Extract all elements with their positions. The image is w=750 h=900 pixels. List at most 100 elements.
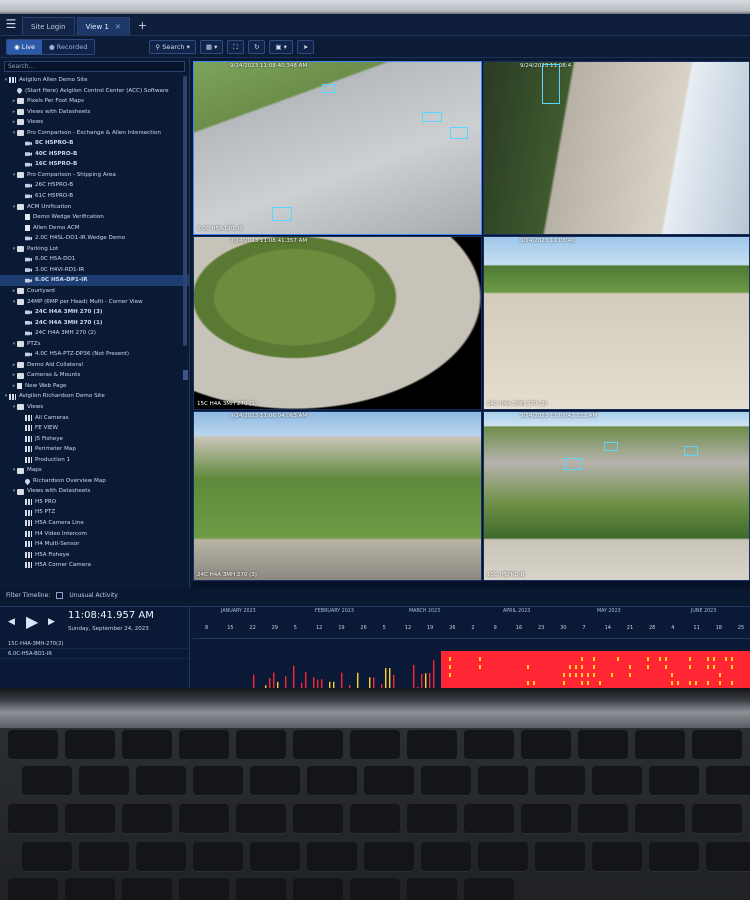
tree-item[interactable]: H5 PTZ (0, 507, 189, 518)
camera-tile[interactable]: 9/24/2023 11:08:40. 24C H4A 3MH 270 (2) (483, 236, 750, 410)
tree-item[interactable]: (Start Here) Avigilon Control Center (AC… (0, 86, 189, 97)
tree-item[interactable]: ▾ Avigilon Allen Demo Site (0, 75, 189, 86)
fullscreen-button[interactable]: ⛶ (227, 39, 244, 54)
camera-tile[interactable]: 9/24/2023 11:06:04.063 AM 24C H4A 3MH 270… (193, 411, 482, 581)
step-forward-icon[interactable]: ▶ (48, 617, 55, 627)
tree-item[interactable]: ▾ Maps (0, 465, 189, 476)
tree-item[interactable]: ▾ Parking Lot (0, 244, 189, 255)
tree-item-label: H5A Camera Line (35, 519, 84, 526)
save-view-button[interactable]: ▣ ▾ (269, 39, 293, 54)
add-tab-icon[interactable]: + (132, 17, 153, 35)
tree-item[interactable]: H5A Corner Camera (0, 560, 189, 571)
tree-item[interactable]: 24C H4A 3MH 270 (1) (0, 318, 189, 329)
tree-item[interactable]: 2.0C H4SL-DO1-IR Wedge Demo (0, 233, 189, 244)
tree-item[interactable]: 4.0C H5A-PTZ-DP36 (Not Present) (0, 349, 189, 360)
event-mark (479, 657, 481, 661)
tree-item[interactable]: J5 Fisheye (0, 434, 189, 445)
timeline-activity-track[interactable] (193, 651, 750, 690)
tree-item[interactable]: ▸ Views with Datasheets (0, 107, 189, 118)
tree-item[interactable]: 24C H4A 3MH 270 (2) (0, 328, 189, 339)
sidebar-scrollbar[interactable] (183, 76, 187, 346)
tree-item[interactable]: H5 PRO (0, 497, 189, 508)
hamburger-menu-icon[interactable]: ☰ (0, 14, 22, 35)
camera-tile[interactable]: 9/24/2023 11:08:4 (483, 61, 750, 235)
tree-item-label: Courtyard (27, 287, 55, 294)
video-grid: 9/24/2023 11:08:40.348 AM 6.0C H5A-DP1-IR… (193, 61, 750, 591)
tree-item[interactable]: Production 1 (0, 455, 189, 466)
tree-item[interactable]: ▾ Pro Comparison - Exchange & Allen Inter… (0, 128, 189, 139)
tree-item[interactable]: 61C H5PRO-B (0, 191, 189, 202)
unusual-activity-checkbox[interactable] (56, 591, 64, 599)
tree-item-label: H4 Video Intercom (35, 530, 87, 537)
camera-tile[interactable]: 9/24/2023 11:08:41.357 AM 15C H4A 3MH 270… (193, 236, 482, 410)
camera-tile[interactable]: 9/24/2023 11:08:40.348 AM 6.0C H5A-DP1-IR (193, 61, 482, 235)
tree-item[interactable]: ▸ Demo Aid Collateral (0, 360, 189, 371)
tree-item-label: (Start Here) Avigilon Control Center (AC… (25, 87, 169, 94)
share-button[interactable]: ➤ (296, 39, 315, 54)
tree-item[interactable]: 3.0C H4VI-RD1-IR (0, 265, 189, 276)
event-mark (713, 665, 715, 669)
tree-item[interactable]: FE VIEW (0, 423, 189, 434)
layout-icon: ▦ (205, 42, 213, 51)
grid-icon (25, 520, 32, 527)
tree-item[interactable]: H4 Video Intercom (0, 529, 189, 540)
tile-camera-label: 15C H5PRO-B (487, 572, 525, 578)
tree-item-label: Parking Lot (27, 245, 59, 252)
tree-item[interactable]: ▸ New Web Page (0, 381, 189, 392)
tab-view-1[interactable]: View 1 ✕ (76, 17, 130, 35)
timeline-day-axis[interactable]: 8 15 22 29 5 12 19 26 5 12 19 26 2 9 16 23 30 7 14 21 28 4 11 1… (193, 617, 750, 639)
tree-item[interactable]: 6.0C H5A-DP1-IR (0, 275, 189, 286)
tree-item[interactable]: ▸ Courtyard (0, 286, 189, 297)
event-mark (689, 665, 691, 669)
step-back-icon[interactable]: ◀ (8, 617, 15, 627)
keyboard-key (307, 766, 357, 796)
folder-icon (17, 108, 24, 115)
motion-activity-band (441, 651, 750, 690)
keyboard-key (578, 804, 628, 834)
tree-item[interactable]: 24C H4A 3MH 270 (3) (0, 307, 189, 318)
play-icon[interactable]: ▶ (26, 612, 38, 631)
search-button[interactable]: ⚲ Search ▾ (149, 39, 196, 54)
tree-item[interactable]: ▾ Views (0, 402, 189, 413)
live-button[interactable]: ◉ Live (7, 39, 43, 54)
sidebar-resize-handle[interactable] (183, 370, 188, 380)
tree-item[interactable]: Allen Demo ACM (0, 223, 189, 234)
tree-item[interactable]: ▾ Avigilon Richardson Demo Site (0, 391, 189, 402)
tree-item[interactable]: ▾ ACM Unification (0, 202, 189, 213)
event-mark (479, 665, 481, 669)
tree-item[interactable]: 16C H5PRO-B (0, 159, 189, 170)
keyboard-key (179, 730, 229, 760)
close-tab-icon[interactable]: ✕ (115, 23, 121, 31)
detection-box (564, 458, 582, 470)
refresh-button[interactable]: ↻ (247, 39, 266, 54)
keyboard-key (350, 804, 400, 834)
tree-item[interactable]: ▸ Pixels Per Foot Maps (0, 96, 189, 107)
tree-search-input[interactable]: Search... (4, 61, 185, 72)
detection-box (604, 442, 618, 451)
tree-item[interactable]: H5A Camera Line (0, 518, 189, 529)
layout-button[interactable]: ▦ ▾ (199, 39, 224, 54)
record-icon: ● (49, 42, 55, 51)
camera-tile[interactable]: 9/24/2023 11:08:42.323 AM 15C H5PRO-B (483, 411, 750, 581)
tree-item[interactable]: 6.0C H5A-DO1 (0, 254, 189, 265)
tree-item[interactable]: ▾ Views with Datasheets (0, 486, 189, 497)
event-mark (593, 673, 595, 677)
tree-item[interactable]: H4 Multi-Sensor (0, 539, 189, 550)
recorded-button[interactable]: ● Recorded (42, 39, 95, 54)
tree-item[interactable]: All Cameras (0, 413, 189, 424)
tree-item[interactable]: H5A Fisheye (0, 550, 189, 561)
tree-item[interactable]: ▸ Views (0, 117, 189, 128)
tree-item[interactable]: 26C H5PRO-B (0, 180, 189, 191)
tree-item-label: Avigilon Richardson Demo Site (19, 393, 105, 400)
tree-item[interactable]: Demo Wedge Verification (0, 212, 189, 223)
tab-site-login[interactable]: Site Login (22, 17, 75, 35)
tree-item[interactable]: ▾ PTZs (0, 339, 189, 350)
tree-item[interactable]: 8C H5PRO-B (0, 138, 189, 149)
tree-item[interactable]: 40C H5PRO-B (0, 149, 189, 160)
tree-item[interactable]: ▸ Cameras & Mounts (0, 370, 189, 381)
folder-icon (17, 298, 24, 305)
tree-item[interactable]: ▾ 24MP (6MP per Head) Multi - Corner View (0, 296, 189, 307)
tree-item[interactable]: ▾ Pro Comparison - Shipping Area (0, 170, 189, 181)
tree-item[interactable]: Perimeter Map (0, 444, 189, 455)
tree-item[interactable]: Richardson Overview Map (0, 476, 189, 487)
